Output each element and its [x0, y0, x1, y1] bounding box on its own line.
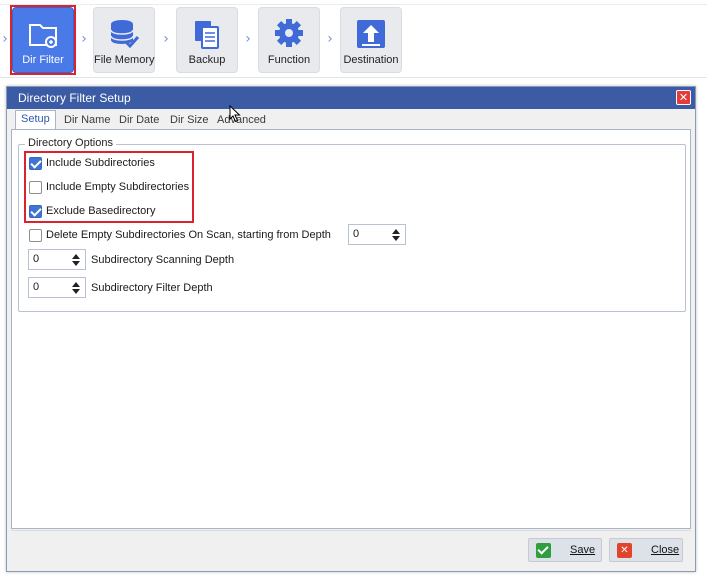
include-empty-subdirectories-checkbox[interactable]: [29, 180, 42, 194]
include-empty-subdirectories-option[interactable]: Include Empty Subdirectories: [29, 179, 189, 195]
delete-depth-stepper[interactable]: 0: [348, 224, 406, 245]
tab-advanced[interactable]: Advanced: [212, 112, 271, 130]
include-subdirectories-option[interactable]: Include Subdirectories: [29, 155, 155, 171]
dialog-title: Directory Filter Setup: [18, 91, 131, 105]
close-button-label: Close: [651, 544, 680, 556]
arrow-up-icon[interactable]: [72, 254, 80, 259]
delete-empty-subdirectories-option[interactable]: Delete Empty Subdirectories On Scan, sta…: [29, 227, 331, 243]
step-label: Backup: [188, 54, 226, 66]
option-label: Include Subdirectories: [46, 157, 155, 169]
step-backup[interactable]: Backup: [176, 7, 238, 73]
divider: [11, 530, 691, 531]
scanning-depth-stepper[interactable]: 0: [28, 249, 86, 270]
arrow-down-icon[interactable]: [72, 261, 80, 266]
chevron-right-icon: ›: [163, 31, 169, 47]
step-label: Destination: [343, 54, 399, 66]
gear-icon: [275, 19, 303, 47]
option-label: Include Empty Subdirectories: [46, 181, 190, 193]
tab-dir-size[interactable]: Dir Size: [165, 112, 214, 130]
stepper-value: 0: [353, 228, 360, 240]
filter-depth-stepper[interactable]: 0: [28, 277, 86, 298]
option-label: Delete Empty Subdirectories On Scan, sta…: [46, 229, 331, 241]
tab-dir-date[interactable]: Dir Date: [114, 112, 164, 130]
delete-empty-subdirectories-checkbox[interactable]: [29, 228, 42, 242]
tab-setup[interactable]: Setup: [15, 110, 56, 131]
arrow-down-icon[interactable]: [72, 289, 80, 294]
save-button-label: Save: [570, 544, 596, 556]
exclude-basedirectory-option[interactable]: Exclude Basedirectory: [29, 203, 155, 219]
chevron-right-icon: ›: [2, 31, 8, 47]
save-button[interactable]: Save: [528, 538, 602, 562]
filter-depth-label: Subdirectory Filter Depth: [91, 282, 213, 294]
mouse-cursor-icon: [229, 105, 241, 123]
wizard-toolbar: › Dir Filter › File Memory › Backup › Fu…: [0, 0, 707, 78]
step-label: Dir Filter: [22, 54, 64, 66]
chevron-right-icon: ›: [81, 31, 87, 47]
exclude-basedirectory-checkbox[interactable]: [29, 204, 42, 218]
arrow-down-icon[interactable]: [392, 236, 400, 241]
chevron-right-icon: ›: [245, 31, 251, 47]
stepper-value: 0: [33, 253, 40, 265]
tab-dir-name[interactable]: Dir Name: [59, 112, 115, 130]
step-label: File Memory: [94, 54, 155, 66]
dialog-titlebar[interactable]: Directory Filter Setup ✕: [7, 87, 695, 109]
copy-icon: [195, 21, 219, 49]
tab-strip: Setup Dir Name Dir Date Dir Size Advance…: [12, 109, 690, 131]
arrow-up-icon[interactable]: [72, 282, 80, 287]
checkmark-icon: [536, 542, 551, 558]
option-label: Exclude Basedirectory: [46, 205, 156, 217]
arrow-up-icon[interactable]: [392, 229, 400, 234]
close-icon[interactable]: ✕: [676, 90, 691, 105]
group-title: Directory Options: [25, 137, 116, 149]
divider: [0, 4, 707, 5]
folder-icon: [29, 24, 57, 48]
chevron-right-icon: ›: [327, 31, 333, 47]
step-function[interactable]: Function: [258, 7, 320, 73]
stepper-value: 0: [33, 281, 40, 293]
step-destination[interactable]: Destination: [340, 7, 402, 73]
setup-page: Directory Options Include Subdirectories…: [11, 129, 691, 529]
close-button[interactable]: ✕ Close: [609, 538, 683, 562]
step-dir-filter[interactable]: Dir Filter: [12, 7, 74, 73]
scanning-depth-label: Subdirectory Scanning Depth: [91, 254, 235, 266]
step-label: Function: [267, 54, 311, 66]
include-subdirectories-checkbox[interactable]: [29, 156, 42, 170]
close-icon: ✕: [617, 542, 632, 558]
step-file-memory[interactable]: File Memory: [93, 7, 155, 73]
directory-filter-dialog: Directory Filter Setup ✕ Setup Dir Name …: [6, 86, 696, 572]
database-icon: [110, 20, 140, 49]
upload-icon: [357, 20, 385, 48]
